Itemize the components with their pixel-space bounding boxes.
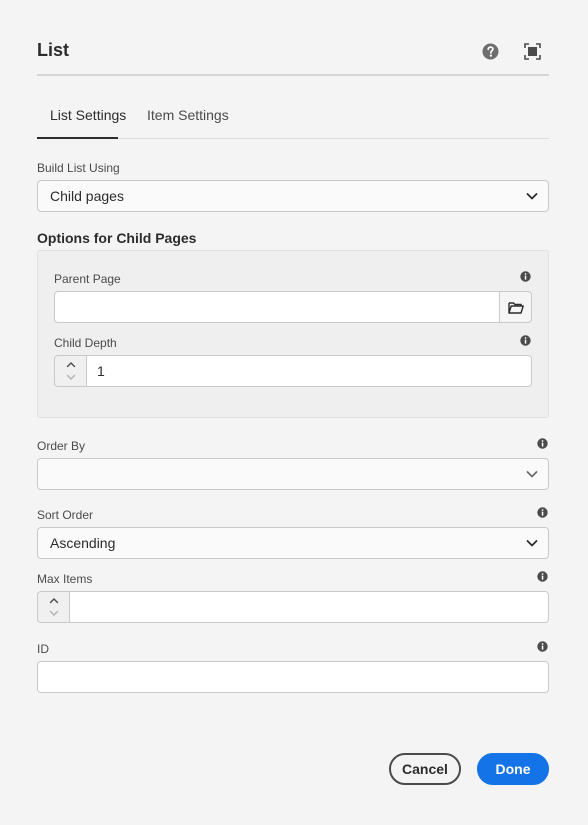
child-depth-input[interactable]: 1 [86,355,532,387]
cancel-button[interactable]: Cancel [389,753,461,785]
sort-order-select[interactable]: Ascending [37,527,549,559]
increment-button[interactable] [49,594,59,607]
child-depth-label: Child Depth [54,336,117,350]
build-list-label: Build List Using [37,161,120,175]
chevron-down-icon [526,471,538,478]
chevron-down-icon [66,374,76,380]
child-depth-stepper [54,355,87,387]
parent-page-input[interactable] [54,291,501,323]
increment-button[interactable] [66,358,76,371]
id-label: ID [37,642,49,656]
chevron-up-icon [49,598,59,604]
header-divider [37,74,549,76]
chevron-up-icon [66,362,76,368]
max-items-stepper [37,591,70,623]
info-icon [537,641,548,652]
sort-order-value: Ascending [50,535,116,551]
id-input[interactable] [37,661,549,693]
decrement-button[interactable] [49,607,59,620]
tab-item-settings[interactable]: Item Settings [147,107,229,123]
build-list-select[interactable]: Child pages [37,180,549,212]
chevron-down-icon [526,540,538,547]
info-icon [520,271,531,282]
info-icon [520,335,531,346]
tab-list-settings[interactable]: List Settings [50,107,126,123]
chevron-down-icon [526,193,538,200]
child-options-title: Options for Child Pages [37,230,197,246]
build-list-value: Child pages [50,188,124,204]
max-items-label: Max Items [37,572,93,586]
chevron-down-icon [49,610,59,616]
folder-icon [507,301,524,314]
browse-folder-button[interactable] [499,291,532,323]
child-depth-value: 1 [97,363,105,379]
info-icon [537,507,548,518]
dialog-title: List [37,40,70,60]
info-icon [537,571,548,582]
order-by-select[interactable] [37,458,549,490]
info-icon [537,438,548,449]
decrement-button[interactable] [66,371,76,384]
max-items-input[interactable] [69,591,549,623]
active-tab-indicator [37,137,118,139]
help-icon[interactable] [479,40,501,62]
sort-order-label: Sort Order [37,508,94,522]
order-by-label: Order By [37,439,86,453]
done-button[interactable]: Done [477,753,549,785]
fullscreen-icon[interactable] [521,40,543,62]
parent-page-label: Parent Page [54,272,121,286]
